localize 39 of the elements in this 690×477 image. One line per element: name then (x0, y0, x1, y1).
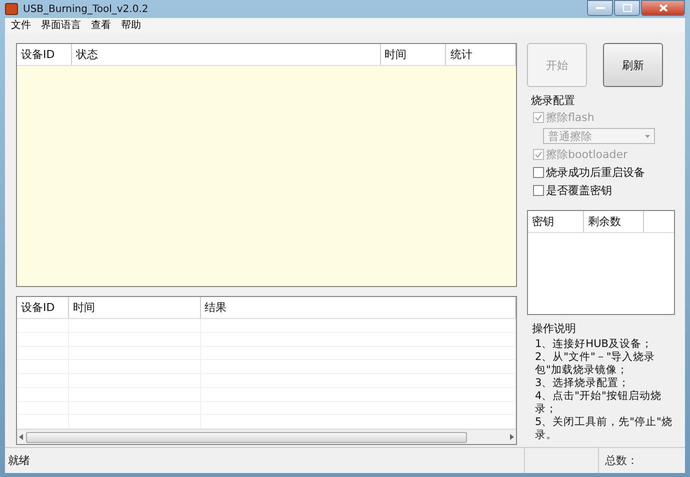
column-header[interactable]: 设备ID (17, 44, 72, 65)
menu-item[interactable]: 帮助 (117, 18, 145, 33)
instruction-step: 2、从"文件"－"导入烧录包"加载烧录镜像； (535, 351, 675, 377)
window-title: USB_Burning_Tool_v2.0.2 (23, 4, 150, 14)
menu-item[interactable]: 文件 (7, 18, 35, 33)
column-header[interactable]: 密钥 (528, 211, 584, 232)
instruction-step: 1、连接好HUB及设备； (535, 338, 675, 351)
minimize-icon (596, 6, 604, 10)
status-text: 就绪 (7, 453, 31, 468)
column-header[interactable]: 时间 (380, 44, 446, 65)
close-icon (658, 4, 668, 12)
minimize-button[interactable] (587, 0, 613, 16)
scrollbar-thumb[interactable] (26, 432, 467, 442)
menu-item[interactable]: 查看 (87, 18, 115, 33)
instruction-step: 4、点击"开始"按钮启动烧录； (535, 390, 675, 416)
column-header[interactable]: 设备ID (17, 297, 69, 318)
scroll-left-icon[interactable] (19, 434, 24, 440)
checkbox-option[interactable]: 是否覆盖密钥 (533, 183, 675, 198)
app-icon (5, 3, 18, 15)
column-header[interactable]: 结果 (200, 297, 516, 318)
group-title: 烧录配置 (530, 93, 576, 108)
close-button[interactable] (641, 0, 685, 16)
refresh-button[interactable]: 刷新 (603, 43, 663, 87)
instruction-step: 5、关闭工具前，先"停止"烧录。 (535, 416, 675, 442)
dropdown-caret-icon (645, 134, 650, 138)
column-header[interactable]: 统计 (446, 44, 516, 65)
menu-item[interactable]: 界面语言 (37, 18, 85, 33)
group-title: 操作说明 (532, 322, 576, 335)
maximize-button[interactable] (614, 0, 640, 16)
scroll-right-icon[interactable] (509, 434, 514, 440)
column-header[interactable]: 时间 (68, 297, 201, 318)
checkbox[interactable] (533, 167, 544, 178)
column-header[interactable]: 状态 (72, 44, 381, 65)
checkbox-option[interactable]: 烧录成功后重启设备 (533, 165, 675, 180)
total-label: 总数： (598, 448, 655, 473)
maximize-icon (622, 4, 632, 12)
checkbox[interactable] (533, 185, 544, 196)
instruction-step: 3、选择烧录配置； (535, 377, 675, 390)
column-header[interactable]: 剩余数 (584, 211, 644, 232)
